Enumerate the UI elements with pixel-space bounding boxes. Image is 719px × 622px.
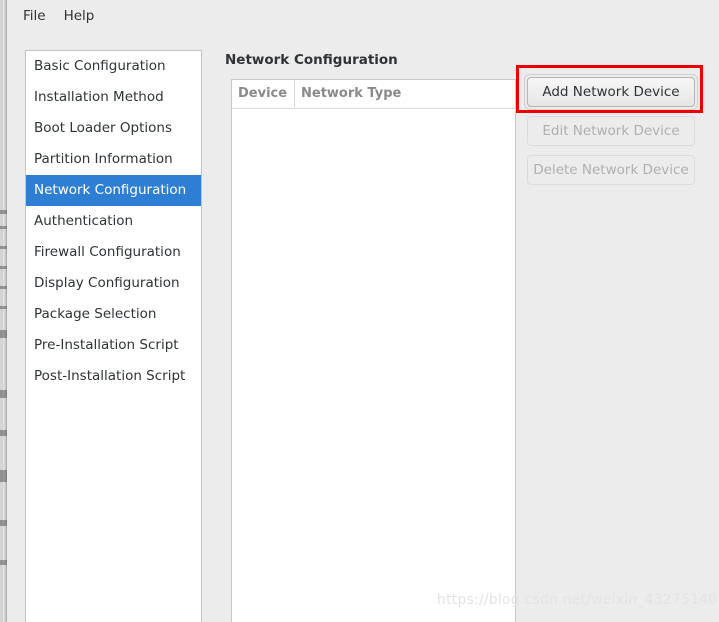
- delete-network-device-button: Delete Network Device: [527, 155, 695, 185]
- network-device-table[interactable]: Device Network Type: [231, 79, 516, 622]
- menu-item-file[interactable]: File: [14, 5, 55, 27]
- sidebar-item-post-installation-script[interactable]: Post-Installation Script: [26, 361, 201, 392]
- sidebar-item-display-configuration[interactable]: Display Configuration: [26, 268, 201, 299]
- sidebar-item-authentication[interactable]: Authentication: [26, 206, 201, 237]
- sidebar-item-network-configuration[interactable]: Network Configuration: [26, 175, 201, 206]
- sidebar-item-package-selection[interactable]: Package Selection: [26, 299, 201, 330]
- page-title: Network Configuration: [225, 52, 398, 68]
- menu-item-help[interactable]: Help: [55, 5, 104, 27]
- sidebar-item-firewall-configuration[interactable]: Firewall Configuration: [26, 237, 201, 268]
- table-body[interactable]: [232, 109, 515, 622]
- sidebar-list[interactable]: Basic Configuration Installation Method Bo…: [25, 50, 202, 622]
- window-edge-strip: [0, 0, 7, 622]
- sidebar-item-installation-method[interactable]: Installation Method: [26, 82, 201, 113]
- table-header-row: Device Network Type: [232, 80, 515, 109]
- edit-network-device-button: Edit Network Device: [527, 116, 695, 146]
- sidebar-item-pre-installation-script[interactable]: Pre-Installation Script: [26, 330, 201, 361]
- column-header-network-type[interactable]: Network Type: [295, 80, 515, 108]
- sidebar-item-partition-information[interactable]: Partition Information: [26, 144, 201, 175]
- menu-bar: File Help: [7, 0, 719, 31]
- sidebar-item-boot-loader-options[interactable]: Boot Loader Options: [26, 113, 201, 144]
- column-header-device[interactable]: Device: [232, 80, 295, 108]
- sidebar-item-basic-configuration[interactable]: Basic Configuration: [26, 51, 201, 82]
- add-network-device-button[interactable]: Add Network Device: [527, 77, 695, 107]
- device-actions-panel: Add Network Device Edit Network Device Del…: [527, 77, 697, 194]
